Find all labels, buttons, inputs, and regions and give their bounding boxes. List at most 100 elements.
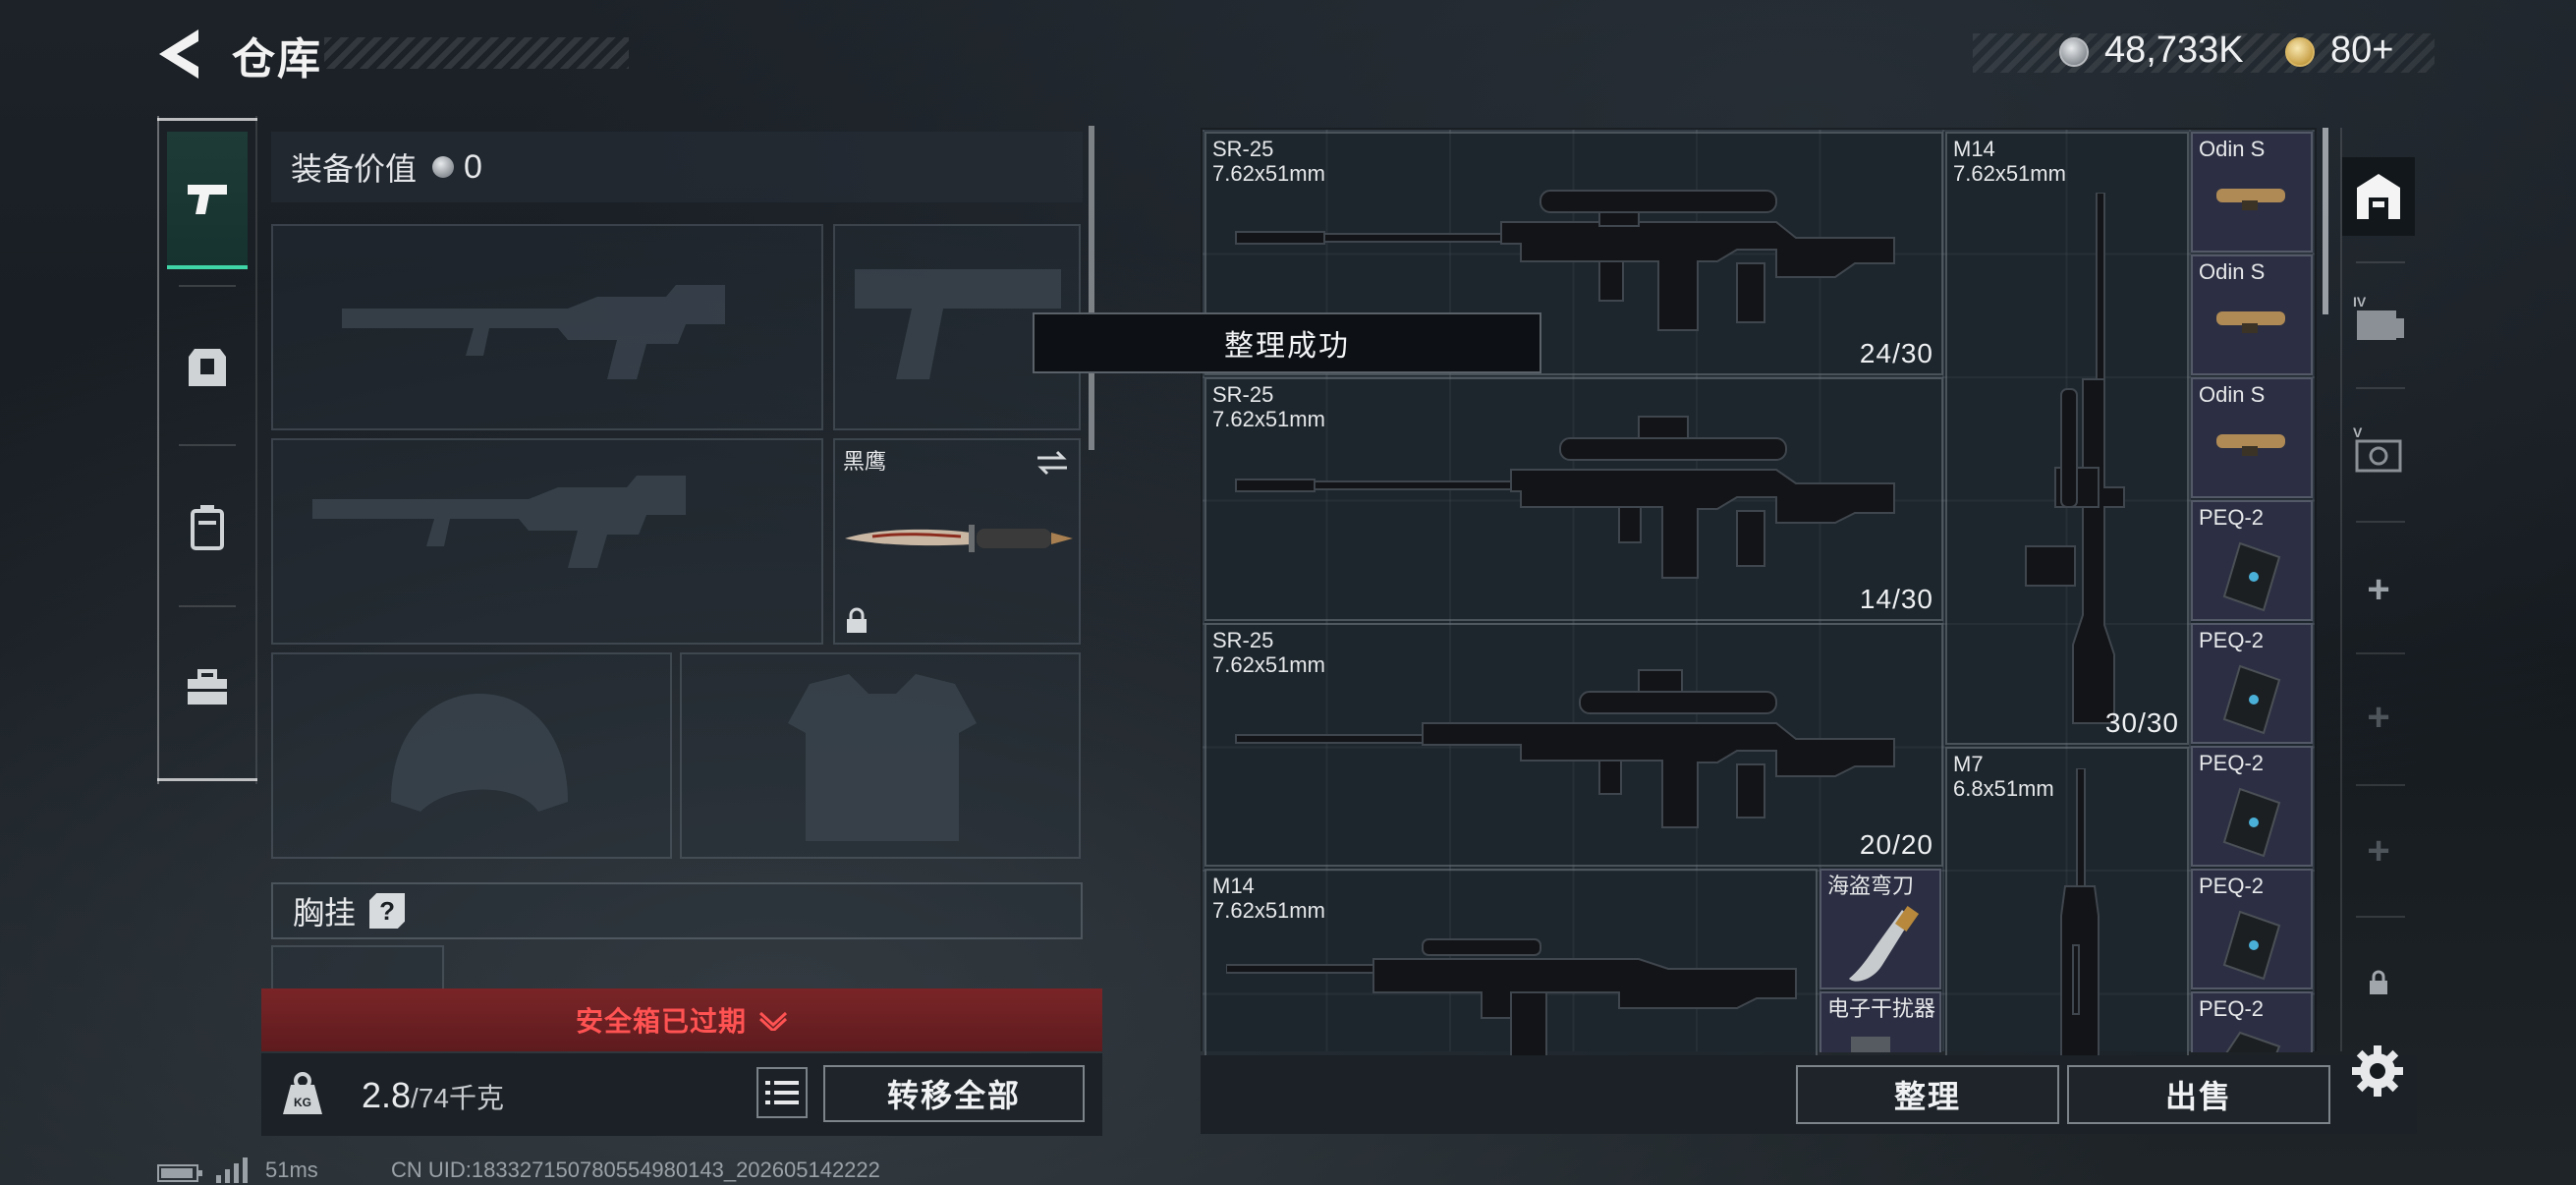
attachment-item[interactable]: PEQ-2 — [2191, 991, 2313, 1052]
carry-weight: 2.8/74千克 — [362, 1075, 504, 1116]
helmet-silhouette-icon — [391, 694, 568, 812]
sr25-rifle-icon — [1235, 669, 1895, 828]
tab-weapons[interactable] — [167, 132, 248, 269]
battery-icon — [157, 1164, 202, 1182]
storage-tab-4[interactable]: IV — [2342, 275, 2415, 364]
list-view-button[interactable] — [756, 1067, 808, 1118]
sr25-rifle-icon — [1235, 416, 1895, 579]
loadout-scrollbar[interactable] — [1089, 126, 1094, 450]
rifle-silhouette-icon — [312, 476, 686, 568]
equipment-value-amount: 0 — [464, 147, 482, 186]
svg-text:KG: KG — [294, 1096, 311, 1109]
storage-item[interactable]: M14 7.62x51mm — [1204, 869, 1818, 1055]
attachment-item[interactable]: Odin S — [2191, 132, 2313, 253]
rifle-silhouette-icon — [342, 285, 725, 379]
ping-readout: 51ms — [265, 1157, 318, 1182]
chest-rig-help-button[interactable]: ? — [369, 893, 406, 929]
backpack-icon — [191, 505, 224, 550]
item-caliber: 7.62x51mm — [1953, 161, 2066, 186]
safebox-expired-banner[interactable]: 安全箱已过期 — [261, 988, 1102, 1051]
carry-weight-value: 2.8 — [362, 1075, 412, 1115]
user-uid: CN UID:183327150780554980143_20260514222… — [391, 1157, 880, 1182]
swap-icon[interactable] — [1036, 448, 1069, 478]
storage-item[interactable]: M14 7.62x51mm 30/30 — [1945, 132, 2189, 745]
body-armor-slot[interactable] — [680, 652, 1081, 859]
attachment-item[interactable]: Odin S — [2191, 254, 2313, 375]
gold-balance[interactable]: 80+ — [2330, 29, 2393, 72]
back-icon[interactable] — [155, 28, 204, 81]
add-storage-tab[interactable]: + — [2342, 550, 2415, 629]
item-ammo: 24/30 — [1859, 338, 1933, 368]
laser-module-icon — [2222, 787, 2281, 858]
rail-separator — [2356, 521, 2405, 523]
jammer-icon — [1851, 1037, 1890, 1052]
scope-icon — [2216, 311, 2285, 333]
tidy-button[interactable]: 整理 — [1796, 1065, 2059, 1124]
item-ammo: 14/30 — [1859, 584, 1933, 614]
tab-backpack[interactable] — [167, 458, 248, 595]
gear-icon[interactable] — [2350, 1044, 2405, 1099]
storage-scrollbar[interactable] — [2323, 128, 2328, 314]
melee-name: 黑鹰 — [843, 449, 887, 474]
misc-item[interactable]: 海盗弯刀 — [1820, 869, 1941, 989]
equipment-value: 装备价值 0 — [271, 132, 1083, 202]
item-name: Odin S — [2199, 259, 2266, 284]
primary-weapon-slot[interactable] — [271, 224, 823, 430]
item-name: PEQ-2 — [2199, 505, 2265, 530]
chest-rig-slot[interactable] — [271, 945, 444, 988]
storage-item[interactable]: M7 6.8x51mm — [1945, 747, 2189, 1055]
rail-top-line — [157, 118, 257, 121]
title-decoration — [324, 37, 629, 69]
page-title: 仓库 — [232, 35, 322, 84]
lock-icon — [2370, 970, 2387, 994]
rail-separator — [2356, 652, 2405, 654]
silver-coin-icon — [432, 156, 455, 178]
storage-tab-main[interactable] — [2342, 157, 2415, 236]
transfer-all-button[interactable]: 转移全部 — [823, 1065, 1085, 1122]
sell-button[interactable]: 出售 — [2067, 1065, 2330, 1124]
toast-message: 整理成功 — [1224, 330, 1350, 363]
attachment-item[interactable]: Odin S — [2191, 377, 2313, 498]
rail-separator — [2356, 387, 2405, 389]
scope-icon — [2216, 189, 2285, 210]
pistol-icon — [188, 185, 227, 214]
secondary-weapon-slot[interactable] — [271, 438, 823, 645]
svg-text:V: V — [2353, 424, 2363, 440]
helmet-slot[interactable] — [271, 652, 672, 859]
scope-icon — [2216, 434, 2285, 456]
list-icon — [765, 1081, 799, 1104]
melee-slot[interactable]: 黑鹰 — [833, 438, 1081, 645]
storage-box-icon: V — [2353, 424, 2402, 473]
misc-item[interactable]: 电子干扰器 — [1820, 991, 1941, 1052]
storage-item[interactable]: SR-25 7.62x51mm 14/30 — [1204, 377, 1943, 621]
rail-bottom-line — [157, 778, 257, 781]
safebox-expired-text: 安全箱已过期 — [575, 1006, 747, 1037]
item-ammo: 30/30 — [2104, 707, 2179, 738]
item-name: Odin S — [2199, 382, 2266, 407]
knife-icon — [845, 525, 1073, 552]
attachment-item[interactable]: PEQ-2 — [2191, 746, 2313, 867]
vest-silhouette-icon — [788, 674, 977, 841]
signal-icon — [216, 1157, 248, 1183]
add-storage-tab-disabled: + — [2367, 695, 2390, 739]
rail-separator — [2356, 916, 2405, 918]
tab-case[interactable] — [167, 619, 248, 757]
item-name: M14 — [1212, 874, 1255, 898]
storage-box-icon: IV — [2353, 294, 2404, 340]
laser-module-icon — [2222, 541, 2281, 612]
equipment-value-label: 装备价值 — [291, 151, 418, 187]
locked-storage-tab[interactable] — [2342, 943, 2415, 1022]
tab-armor[interactable] — [167, 299, 248, 436]
storage-item[interactable]: SR-25 7.62x51mm 20/20 — [1204, 623, 1943, 867]
attachment-item[interactable]: PEQ-2 — [2191, 623, 2313, 744]
add-storage-tab-disabled: + — [2367, 828, 2390, 873]
item-name: PEQ-2 — [2199, 874, 2265, 898]
item-ammo: 20/20 — [1859, 829, 1933, 860]
rail-separator — [2356, 784, 2405, 786]
laser-module-icon — [2225, 1031, 2281, 1052]
attachment-item[interactable]: PEQ-2 — [2191, 500, 2313, 621]
item-name: M14 — [1953, 137, 1995, 161]
attachment-item[interactable]: PEQ-2 — [2191, 869, 2313, 989]
storage-tab-5[interactable]: V — [2342, 401, 2415, 499]
silver-balance: 48,733K — [2104, 29, 2244, 71]
